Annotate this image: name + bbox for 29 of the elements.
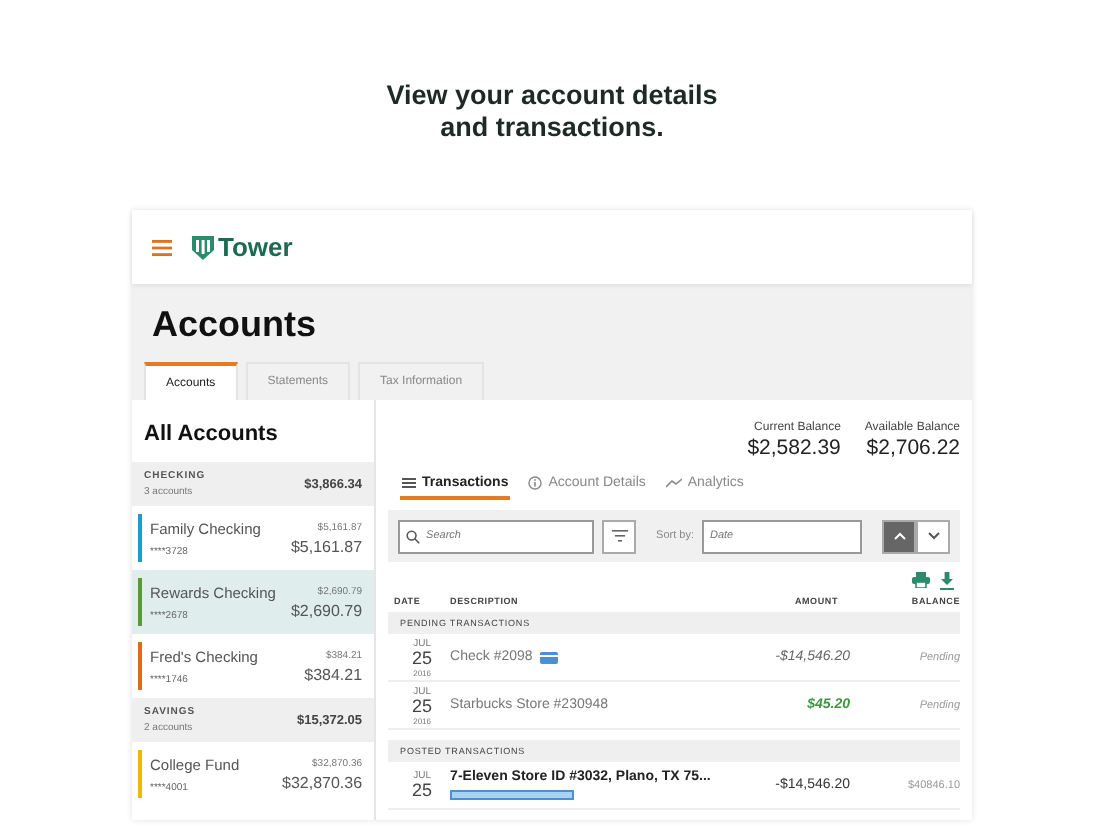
- headline: View your account details and transactions.: [384, 80, 720, 144]
- trend-line-icon: [665, 478, 682, 488]
- print-icon[interactable]: [912, 572, 930, 588]
- account-balance: $384.21: [304, 665, 363, 683]
- date-day: 25: [412, 782, 433, 800]
- filter-icon: [611, 530, 628, 542]
- date-day: 25: [412, 649, 433, 667]
- balance-value: $2,582.39: [747, 436, 841, 460]
- info-icon: [528, 476, 543, 490]
- page-title: Accounts: [152, 304, 319, 346]
- menu-icon[interactable]: [152, 239, 172, 255]
- search-icon: [406, 529, 421, 543]
- chevron-up-icon: [893, 532, 905, 540]
- sort-ascending-button[interactable]: [882, 519, 916, 553]
- download-icon[interactable]: [940, 572, 954, 590]
- sidebar-title: All Accounts: [142, 420, 280, 450]
- list-icon: [402, 478, 417, 488]
- balance-value: $2,706.22: [866, 436, 960, 460]
- brand-name: Tower: [218, 232, 293, 262]
- card-icon: [540, 651, 559, 663]
- shield-logo-icon: [192, 235, 214, 259]
- sort-descending-button[interactable]: [916, 519, 950, 553]
- account-balance: $2,690.79: [290, 601, 363, 619]
- tag-bar: [450, 790, 575, 800]
- account-balance: $5,161.87: [290, 537, 363, 555]
- chevron-down-icon: [927, 532, 939, 540]
- filter-button[interactable]: [602, 519, 637, 553]
- date-day: 25: [412, 697, 433, 715]
- account-balance: $32,870.36: [282, 773, 363, 791]
